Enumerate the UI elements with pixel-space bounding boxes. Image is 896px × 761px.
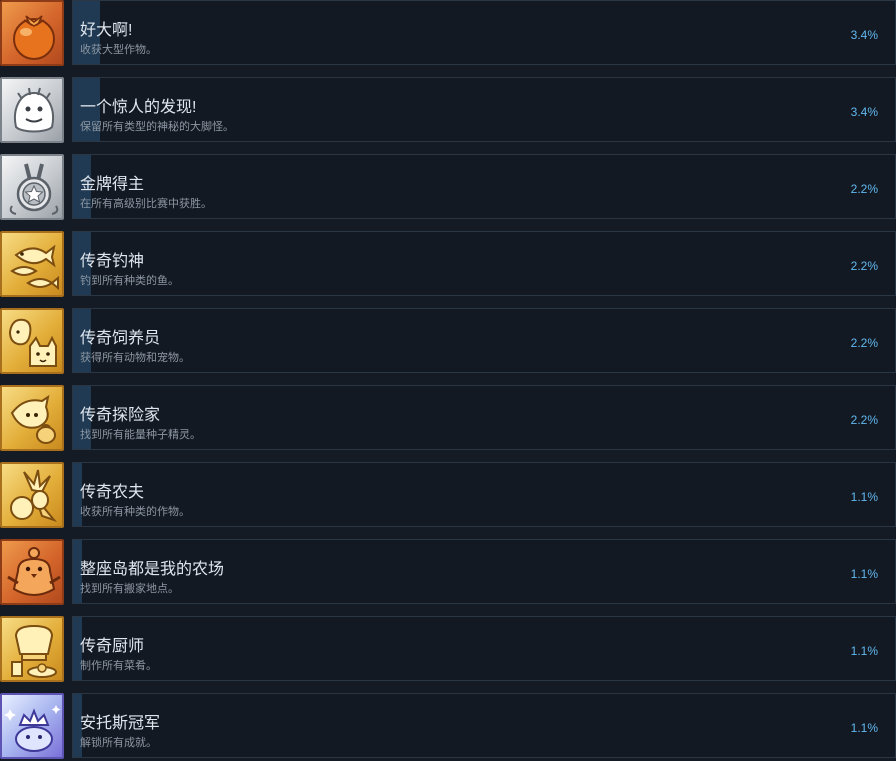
- achievement-description: 获得所有动物和宠物。: [80, 352, 190, 364]
- achievement-row[interactable]: 传奇农夫 收获所有种类的作物。 1.1%: [0, 462, 896, 528]
- achievement-row[interactable]: 传奇探险家 找到所有能量种子精灵。 2.2%: [0, 385, 896, 451]
- achievement-row[interactable]: 传奇钓神 钓到所有种类的鱼。 2.2%: [0, 231, 896, 297]
- achievement-percent: 3.4%: [850, 28, 878, 42]
- achievement-panel: 金牌得主 在所有高级别比赛中获胜。 2.2%: [72, 154, 896, 219]
- achievement-panel: 传奇钓神 钓到所有种类的鱼。 2.2%: [72, 231, 896, 296]
- achievement-row[interactable]: 金牌得主 在所有高级别比赛中获胜。 2.2%: [0, 154, 896, 220]
- achievement-panel: 传奇探险家 找到所有能量种子精灵。 2.2%: [72, 385, 896, 450]
- achievement-description: 找到所有搬家地点。: [80, 583, 179, 595]
- achievement-panel: 传奇厨师 制作所有菜肴。 1.1%: [72, 616, 896, 681]
- bird-icon: [0, 539, 64, 605]
- tomato-icon: [0, 0, 64, 66]
- achievement-title: 传奇厨师: [80, 638, 145, 655]
- achievement-description: 钓到所有种类的鱼。: [80, 275, 179, 287]
- bigfoot-icon: [0, 77, 64, 143]
- achievement-title: 传奇探险家: [80, 407, 161, 424]
- achievement-row[interactable]: 传奇厨师 制作所有菜肴。 1.1%: [0, 616, 896, 682]
- achievement-row[interactable]: 好大啊! 收获大型作物。 3.4%: [0, 0, 896, 66]
- achievement-title: 传奇农夫: [80, 484, 145, 501]
- achievement-percent: 2.2%: [850, 259, 878, 273]
- achievement-percent: 2.2%: [850, 182, 878, 196]
- achievement-percent: 3.4%: [850, 105, 878, 119]
- achievement-description: 制作所有菜肴。: [80, 660, 157, 672]
- achievement-title: 安托斯冠军: [80, 715, 161, 732]
- achievement-description: 找到所有能量种子精灵。: [80, 429, 201, 441]
- achievement-title: 一个惊人的发现!: [80, 99, 197, 116]
- pets-icon: [0, 308, 64, 374]
- achievement-title: 金牌得主: [80, 176, 145, 193]
- achievement-title: 传奇钓神: [80, 253, 145, 270]
- achievement-row[interactable]: 安托斯冠军 解锁所有成就。 1.1%: [0, 693, 896, 759]
- achievement-panel: 一个惊人的发现! 保留所有类型的神秘的大脚怪。 3.4%: [72, 77, 896, 142]
- crops-icon: [0, 462, 64, 528]
- achievement-description: 解锁所有成就。: [80, 737, 157, 749]
- achievement-row[interactable]: 传奇饲养员 获得所有动物和宠物。 2.2%: [0, 308, 896, 374]
- achievement-percent: 1.1%: [850, 567, 878, 581]
- achievement-percent: 2.2%: [850, 336, 878, 350]
- achievement-row[interactable]: 一个惊人的发现! 保留所有类型的神秘的大脚怪。 3.4%: [0, 77, 896, 143]
- achievement-percent: 1.1%: [850, 721, 878, 735]
- achievement-panel: 整座岛都是我的农场 找到所有搬家地点。 1.1%: [72, 539, 896, 604]
- achievement-panel: 传奇农夫 收获所有种类的作物。 1.1%: [72, 462, 896, 527]
- medal-icon: [0, 154, 64, 220]
- achievement-percent: 1.1%: [850, 644, 878, 658]
- achievement-title: 整座岛都是我的农场: [80, 561, 225, 578]
- achievement-description: 保留所有类型的神秘的大脚怪。: [80, 121, 234, 133]
- achievement-description: 收获大型作物。: [80, 44, 157, 56]
- achievement-percent: 1.1%: [850, 490, 878, 504]
- achievement-description: 收获所有种类的作物。: [80, 506, 190, 518]
- chef-hat-icon: [0, 616, 64, 682]
- sprite-icon: [0, 385, 64, 451]
- achievement-panel: 好大啊! 收获大型作物。 3.4%: [72, 0, 896, 65]
- achievement-panel: 传奇饲养员 获得所有动物和宠物。 2.2%: [72, 308, 896, 373]
- achievement-row[interactable]: 整座岛都是我的农场 找到所有搬家地点。 1.1%: [0, 539, 896, 605]
- fish-icon: [0, 231, 64, 297]
- achievement-title: 传奇饲养员: [80, 330, 161, 347]
- achievement-description: 在所有高级别比赛中获胜。: [80, 198, 212, 210]
- crown-icon: [0, 693, 64, 759]
- achievement-panel: 安托斯冠军 解锁所有成就。 1.1%: [72, 693, 896, 758]
- achievement-title: 好大啊!: [80, 22, 133, 39]
- achievement-percent: 2.2%: [850, 413, 878, 427]
